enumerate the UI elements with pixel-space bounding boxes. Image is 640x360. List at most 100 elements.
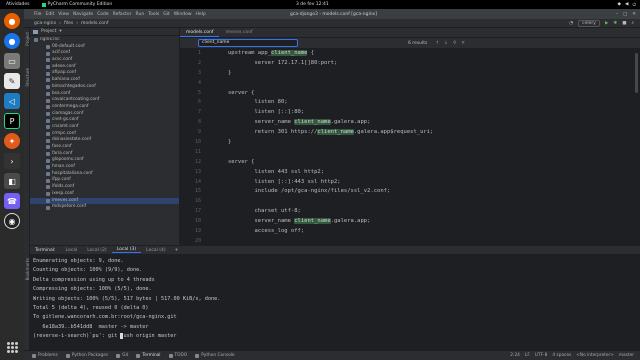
problems-tool[interactable]: Problems <box>32 353 58 358</box>
close-icon[interactable]: ✕ <box>632 12 636 17</box>
apps-icon[interactable]: ◧ <box>4 173 20 189</box>
files-icon[interactable]: ▭ <box>4 53 20 69</box>
compass-icon[interactable]: ✦ <box>4 133 20 149</box>
terminal-output[interactable]: Enumerating objects: 9, done. Counting ob… <box>30 254 640 350</box>
chrome-icon[interactable]: ● <box>4 33 20 49</box>
tree-file-item[interactable]: bimachtegados.conf <box>30 84 179 91</box>
tab-models-conf[interactable]: models.conf <box>180 28 220 37</box>
project-tool-label[interactable]: Project <box>25 32 30 46</box>
breadcrumb-file[interactable]: models.conf <box>81 21 108 26</box>
tree-file-item[interactable]: hman.conf <box>30 164 179 171</box>
bookmarks-tool-label[interactable]: Bookmarks <box>25 258 30 280</box>
system-tray[interactable]: ◆ ◀ ⏻ <box>618 2 637 8</box>
menu-help[interactable]: Help <box>196 12 206 17</box>
obs-icon[interactable]: ◉ <box>4 213 20 229</box>
pycharm-dock-icon[interactable]: P <box>4 113 20 129</box>
tree-file-item[interactable]: bahiana.conf <box>30 77 179 84</box>
search-icon[interactable]: ⌕ <box>631 20 634 26</box>
editor-scrollbar[interactable] <box>635 53 638 93</box>
debug-icon[interactable]: ✱ <box>613 21 617 26</box>
code-line[interactable]: listen 80; <box>228 98 433 108</box>
tree-file-item[interactable]: acsc.conf <box>30 57 179 64</box>
previous-occurrence-icon[interactable]: ↑ <box>435 41 439 46</box>
file-encoding[interactable]: UTF-8 <box>535 353 548 358</box>
tree-file-item[interactable]: dsinasiestate.conf <box>30 137 179 144</box>
menu-git[interactable]: Git <box>163 12 170 17</box>
activities-button[interactable]: Atividades <box>6 2 30 7</box>
user-icon[interactable]: ◔ <box>569 21 573 26</box>
firefox-icon[interactable]: ● <box>4 13 20 29</box>
code-line[interactable]: } <box>228 138 433 148</box>
code-line[interactable]: access_log off; <box>228 227 433 237</box>
terminal-icon[interactable]: › <box>4 153 20 169</box>
menu-navigate[interactable]: Navigate <box>73 12 93 17</box>
clock[interactable]: 3 de fev 12:41 <box>296 2 329 7</box>
close-find-icon[interactable]: ✕ <box>461 41 465 46</box>
app-menu[interactable]: PyCharm Community Edition <box>41 2 112 7</box>
code-editor[interactable]: 1 2 3 4 5 6 7 8 9 10 11 12 13 14 15 16 17 18 19 20 upstream… <box>180 49 640 245</box>
code-line[interactable]: upstream app_client_name { <box>228 49 433 59</box>
viber-icon[interactable]: ☎ <box>4 193 20 209</box>
menu-view[interactable]: View <box>58 12 69 17</box>
code-line[interactable]: server_name client_name.galera.app; <box>228 118 433 128</box>
code-line[interactable] <box>228 148 433 158</box>
menu-code[interactable]: Code <box>97 12 109 17</box>
stop-icon[interactable]: ■ <box>622 21 626 26</box>
terminal-tab-local-4[interactable]: Local (4) <box>141 248 170 253</box>
structure-tool-label[interactable]: Structure <box>25 68 30 87</box>
terminal-tab-local-2[interactable]: Local (2) <box>82 248 111 253</box>
code-area[interactable]: upstream app_client_name { server 172.17… <box>228 49 433 245</box>
menu-tools[interactable]: Tools <box>148 12 159 17</box>
code-line[interactable]: server_name client_name.galera.app; <box>228 217 433 227</box>
terminal-tab-local[interactable]: Local <box>61 248 83 253</box>
breadcrumb-project[interactable]: gca-nginx <box>34 21 56 26</box>
tree-file-item[interactable]: fase.conf <box>30 144 179 151</box>
tree-file-item[interactable]: cnet-gs.conf <box>30 117 179 124</box>
terminal-tool[interactable]: Terminal <box>136 353 161 358</box>
maximize-icon[interactable]: □ <box>623 12 627 17</box>
line-separator[interactable]: LF <box>525 353 530 358</box>
git-tool[interactable]: Git <box>116 353 128 358</box>
code-line[interactable] <box>228 237 433 245</box>
terminal-prompt[interactable]: (reverse-i-search)`pu': git ush origin m… <box>33 332 640 341</box>
chevron-down-icon[interactable]: ▾ <box>59 29 61 34</box>
code-line[interactable]: include /opt/gca-nginx/files/ssl_v2.conf… <box>228 187 433 197</box>
tree-folder-item[interactable]: nginx.inc <box>30 37 179 44</box>
code-line[interactable]: server 172.17.1[]80:port; <box>228 59 433 69</box>
minimize-icon[interactable]: – <box>616 12 618 17</box>
tree-file-item[interactable]: centermega.conf <box>30 104 179 111</box>
run-icon[interactable]: ▶ <box>605 21 608 26</box>
text-editor-icon[interactable]: ✎ <box>4 73 20 89</box>
todo-tool[interactable]: TODO <box>168 353 187 358</box>
menu-edit[interactable]: Edit <box>46 12 55 17</box>
breadcrumb-folder[interactable]: files <box>64 21 73 26</box>
menu-refactor[interactable]: Refactor <box>113 12 132 17</box>
code-line[interactable]: listen 443 ssl http2; <box>228 168 433 178</box>
code-line[interactable]: listen [::]:443 ssl http2; <box>228 178 433 188</box>
tree-file-item[interactable]: cnsamt.conf <box>30 124 179 131</box>
run-configuration-select[interactable]: celery <box>578 19 600 27</box>
code-line[interactable]: server { <box>228 158 433 168</box>
tree-file-item[interactable]: ixesp.conf <box>30 191 179 198</box>
interpreter-status[interactable]: <No interpreter> <box>576 353 614 358</box>
code-line[interactable]: listen [::]:80; <box>228 108 433 118</box>
indent-setting[interactable]: 4 spaces <box>552 353 571 358</box>
menu-window[interactable]: Window <box>174 12 192 17</box>
tree-file-item[interactable]: cavalcantcoating.conf <box>30 97 179 104</box>
terminal-tab-local-3[interactable]: Local (3) <box>111 247 142 253</box>
code-line[interactable]: } <box>228 69 433 79</box>
git-branch[interactable]: master <box>619 353 634 358</box>
code-line[interactable] <box>228 197 433 207</box>
code-line[interactable] <box>228 79 433 89</box>
tab-imesex-conf[interactable]: imesex.conf <box>219 28 258 37</box>
python-console-tool[interactable]: Python Console <box>195 353 235 358</box>
next-occurrence-icon[interactable]: ↓ <box>444 41 448 46</box>
find-input[interactable]: client_name <box>198 39 298 47</box>
menu-file[interactable]: File <box>34 12 42 17</box>
caret-position[interactable]: 2:24 <box>510 353 520 358</box>
project-view-select[interactable]: Project <box>41 29 56 34</box>
show-apps-icon[interactable] <box>5 340 19 354</box>
menu-run[interactable]: Run <box>136 12 145 17</box>
filter-icon[interactable]: ⚲ <box>453 41 456 46</box>
add-terminal-icon[interactable]: + <box>175 248 179 253</box>
